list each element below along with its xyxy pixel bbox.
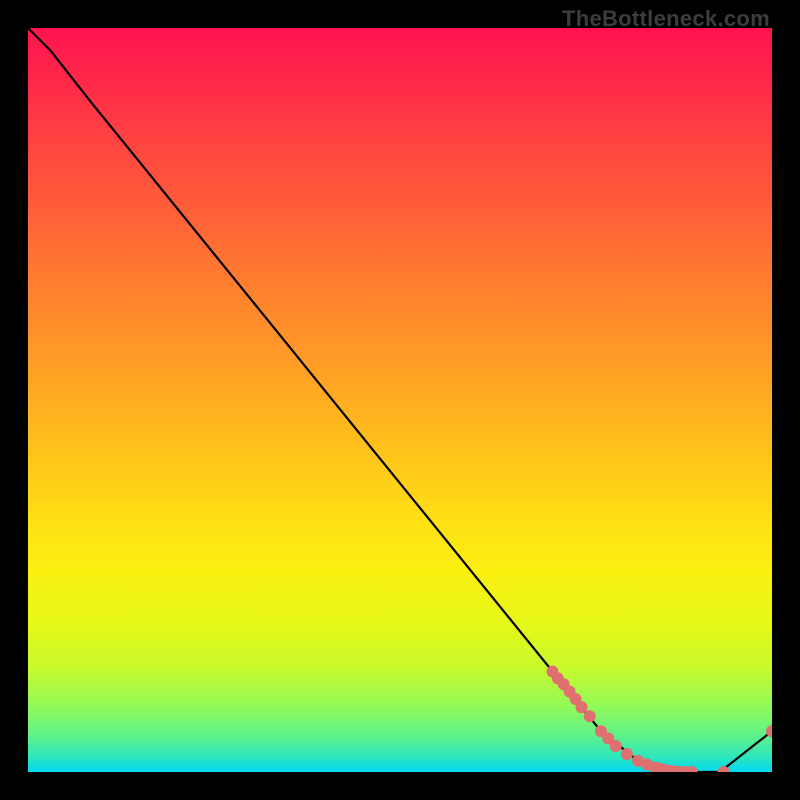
data-point [610,740,622,752]
data-point [576,701,588,713]
data-point [584,710,596,722]
chart-overlay [28,28,772,772]
plot-area [28,28,772,772]
curve-line [28,28,772,772]
markers-group [547,666,772,772]
data-point [621,748,633,760]
chart-container: TheBottleneck.com [0,0,800,800]
